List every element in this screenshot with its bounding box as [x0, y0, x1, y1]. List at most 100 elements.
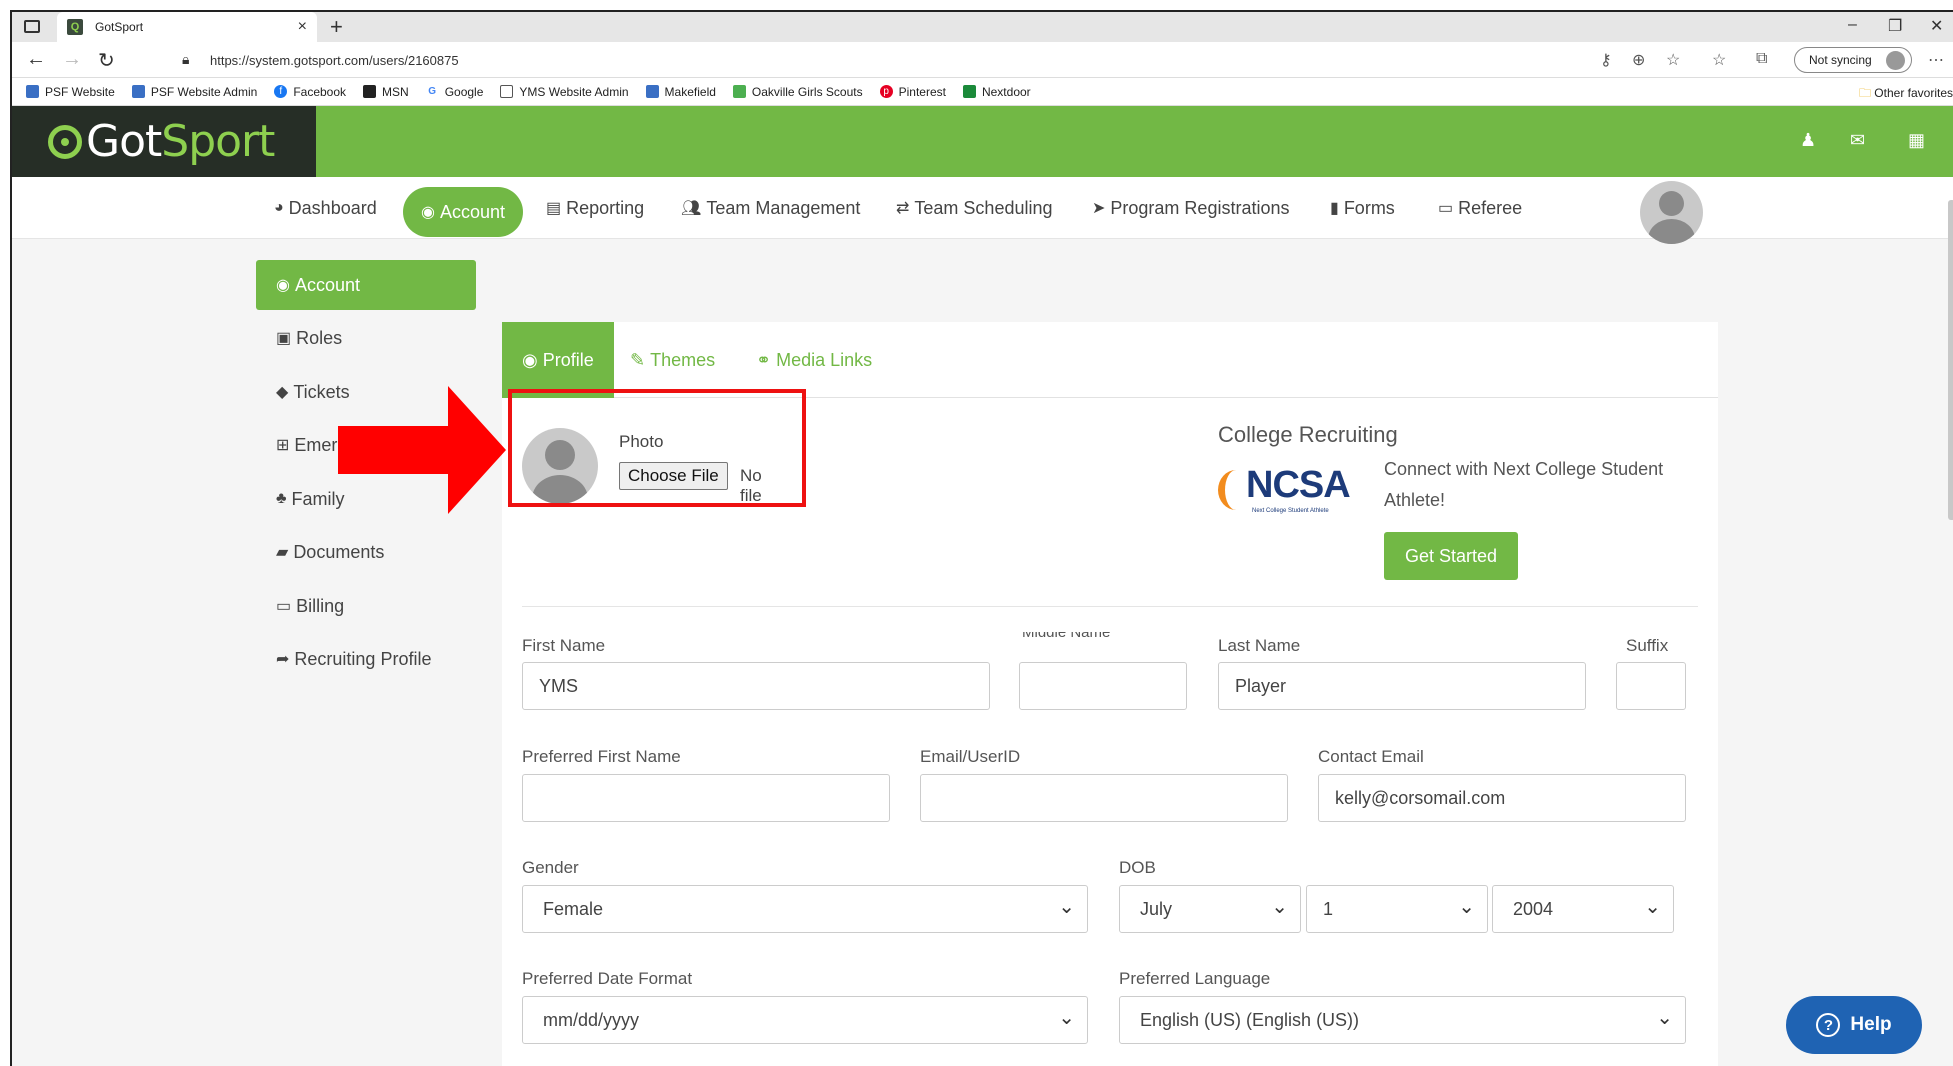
language-select[interactable]: English (US) (English (US)): [1119, 996, 1686, 1044]
help-button[interactable]: ? Help: [1786, 996, 1922, 1054]
nav-team-scheduling[interactable]: ⇄ Team Scheduling: [896, 177, 1053, 239]
sidebar-label: Documents: [293, 541, 385, 562]
favorite-nextdoor[interactable]: Nextdoor: [962, 85, 1031, 99]
tab-themes[interactable]: ✎ Themes: [630, 322, 715, 398]
nav-label: Forms: [1343, 197, 1395, 218]
add-favorite-icon[interactable]: ☆: [1666, 50, 1680, 70]
ncsa-logo-text: NCSA: [1246, 464, 1351, 506]
tab-title: GotSport: [95, 20, 144, 34]
sidebar-item-recruiting-profile[interactable]: ➦ Recruiting Profile: [256, 634, 476, 684]
restore-icon[interactable]: ❐: [1888, 16, 1902, 36]
back-icon[interactable]: ←: [26, 48, 46, 71]
suffix-label: Suffix: [1626, 636, 1669, 655]
nav-label: Reporting: [566, 197, 645, 218]
tab-media-links[interactable]: ⚭ Media Links: [756, 322, 872, 398]
minimize-icon[interactable]: –: [1848, 16, 1857, 34]
preferred-first-name-field[interactable]: [522, 774, 890, 822]
sync-label: Not syncing: [1809, 53, 1872, 67]
nav-label: Team Scheduling: [914, 197, 1053, 218]
mail-icon[interactable]: ✉: [1850, 130, 1865, 151]
sidebar-label: Recruiting Profile: [294, 648, 432, 669]
forward-icon[interactable]: →: [62, 48, 82, 71]
sync-button[interactable]: Not syncing: [1794, 47, 1912, 73]
sidebar-item-roles[interactable]: ▣ Roles: [256, 313, 476, 363]
nav-team-management[interactable]: 👥︎ Team Management: [681, 177, 860, 239]
key-icon[interactable]: ⚷: [1600, 50, 1612, 70]
nav-account[interactable]: ◉ Account: [403, 187, 524, 237]
tab-actions-icon[interactable]: [24, 20, 40, 33]
dob-month-select[interactable]: July: [1119, 885, 1301, 933]
favorite-label: PSF Website Admin: [150, 84, 258, 99]
url-field[interactable]: 🔒︎ https://system.gotsport.com/users/216…: [170, 47, 1600, 73]
favorite-msn[interactable]: MSN: [363, 85, 409, 99]
collections-icon[interactable]: ⧉: [1756, 50, 1767, 68]
contact-email-field[interactable]: kelly@corsomail.com: [1318, 774, 1686, 822]
zoom-icon[interactable]: ⊕: [1632, 50, 1645, 70]
tab-label: Themes: [650, 349, 716, 370]
date-format-label: Preferred Date Format: [522, 969, 693, 988]
date-format-select[interactable]: mm/dd/yyyy: [522, 996, 1088, 1044]
nav-dashboard[interactable]: ◕ Dashboard: [274, 177, 377, 239]
other-favorites[interactable]: 🗀︎ Other favorites: [1859, 84, 1953, 105]
ncsa-logo: NCSA Next College Student Athlete: [1218, 464, 1358, 520]
dob-year-select[interactable]: 2004: [1492, 885, 1674, 933]
nav-label: Account: [439, 201, 506, 222]
nav-forms[interactable]: ▮ Forms: [1330, 177, 1395, 239]
last-name-field[interactable]: Player: [1218, 662, 1586, 710]
dob-day-select[interactable]: 1: [1306, 885, 1488, 933]
tab-profile[interactable]: ◉ Profile: [502, 322, 614, 398]
logo-text-sport: Sport: [161, 116, 275, 167]
google-icon: G: [428, 86, 437, 97]
suffix-field[interactable]: [1616, 662, 1686, 710]
plus-square-icon: ⊞: [276, 437, 290, 454]
close-window-icon[interactable]: ✕: [1930, 16, 1943, 36]
favorite-makefield[interactable]: Makefield: [645, 85, 716, 99]
first-name-field[interactable]: YMS: [522, 662, 990, 710]
favorite-label: PSF Website: [45, 84, 115, 99]
email-userid-field[interactable]: [920, 774, 1288, 822]
sidebar-item-account[interactable]: ◉ Account: [256, 260, 476, 310]
favorite-psf-website-admin[interactable]: PSF Website Admin: [131, 84, 258, 99]
sidebar-item-billing[interactable]: ▭ Billing: [256, 581, 476, 631]
sidebar-item-documents[interactable]: ▰ Documents: [256, 527, 476, 577]
exchange-icon: ⇄: [896, 200, 910, 217]
apps-grid-icon[interactable]: ▦: [1908, 130, 1925, 151]
main-nav: ◕ Dashboard ◉ Account ▤ Reporting 👥︎ Team Ma…: [12, 177, 1953, 244]
site: Got Sport ♟ ✉ ▦ ◕ Dashboard ◉ Account ▤ Repo…: [12, 106, 1953, 1066]
favorite-icon: [131, 85, 145, 98]
middle-name-field[interactable]: [1019, 662, 1187, 710]
favorite-oakville-girls-scouts[interactable]: Oakville Girls Scouts: [732, 84, 863, 99]
favorites-icon[interactable]: ☆: [1712, 50, 1726, 70]
favorite-facebook[interactable]: f Facebook: [274, 85, 346, 99]
close-tab-icon[interactable]: ×: [298, 18, 307, 36]
favorite-psf-website[interactable]: PSF Website: [26, 85, 115, 99]
nav-referee[interactable]: ▭ Referee: [1438, 177, 1522, 239]
user-icon[interactable]: ♟: [1800, 130, 1816, 151]
id-card-icon: ▣: [276, 330, 292, 347]
get-started-button[interactable]: Get Started: [1384, 532, 1518, 580]
refresh-icon[interactable]: ↻: [98, 48, 115, 73]
gotsport-logo[interactable]: Got Sport: [12, 106, 316, 177]
favorite-icon: [26, 85, 39, 98]
favorite-google[interactable]: G Google: [426, 85, 483, 99]
tab-label: Media Links: [776, 349, 873, 370]
user-avatar[interactable]: [1640, 181, 1703, 244]
file-icon: ▤: [546, 200, 562, 217]
brush-icon: ✎: [630, 349, 646, 370]
scrollbar[interactable]: [1948, 200, 1953, 520]
nav-reporting[interactable]: ▤ Reporting: [546, 177, 644, 239]
new-tab-icon[interactable]: +: [330, 14, 343, 40]
browser-tab[interactable]: Q GotSport ×: [57, 12, 317, 42]
more-icon[interactable]: ⋯: [1928, 50, 1944, 70]
favorite-label: Oakville Girls Scouts: [751, 84, 863, 99]
address-bar: ← → ↻ 🔒︎ https://system.gotsport.com/use…: [12, 42, 1953, 78]
favorite-pinterest[interactable]: p Pinterest: [879, 85, 946, 99]
college-recruiting-title: College Recruiting: [1218, 422, 1398, 447]
link-icon: ⚭: [756, 349, 772, 370]
red-arrow-icon: [338, 386, 506, 514]
dob-label: DOB: [1119, 858, 1156, 877]
favorites-bar: PSF Website PSF Website Admin f Facebook …: [12, 78, 1953, 106]
nav-program-registrations[interactable]: ➤ Program Registrations: [1092, 177, 1289, 239]
favorite-yms-website-admin[interactable]: YMS Website Admin: [500, 85, 629, 99]
gender-select[interactable]: Female: [522, 885, 1088, 933]
